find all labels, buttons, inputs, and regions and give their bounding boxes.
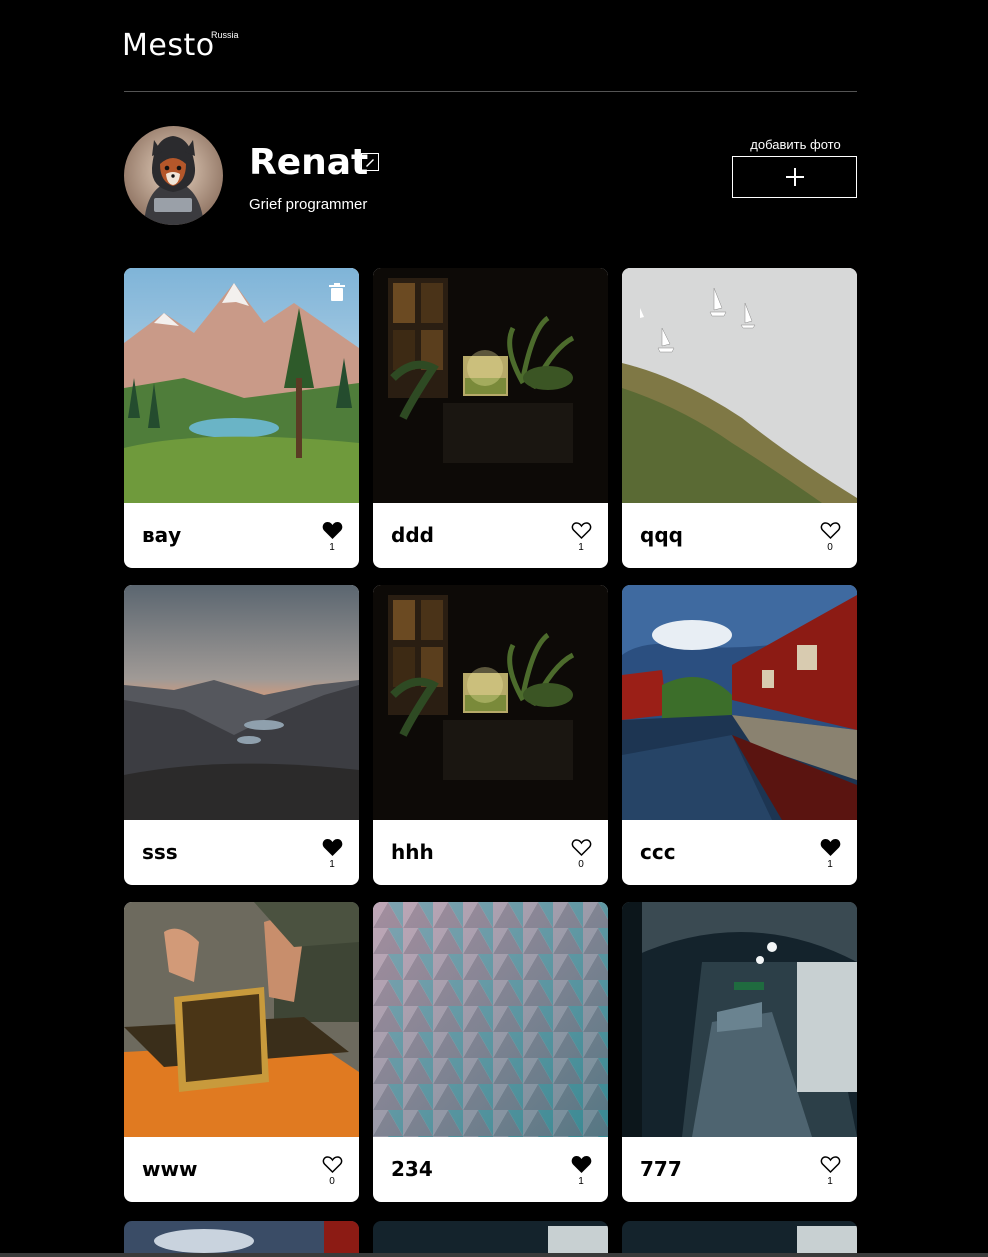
card: sss 1 bbox=[124, 585, 359, 885]
avatar[interactable] bbox=[124, 126, 223, 225]
like-button[interactable] bbox=[571, 838, 592, 860]
logo-superscript: Russia bbox=[211, 30, 239, 40]
like-block: 0 bbox=[819, 521, 841, 553]
heart-filled-icon bbox=[571, 1156, 591, 1173]
card: 777 1 bbox=[622, 902, 857, 1202]
like-count: 1 bbox=[827, 859, 833, 870]
heart-filled-icon bbox=[820, 839, 840, 856]
like-block: 1 bbox=[321, 838, 343, 870]
like-block: 1 bbox=[321, 521, 343, 553]
like-block: 1 bbox=[570, 1155, 592, 1187]
like-count: 1 bbox=[827, 1176, 833, 1187]
card: ddd 1 bbox=[373, 268, 608, 568]
card-title: hhh bbox=[391, 840, 434, 864]
like-block: 0 bbox=[321, 1155, 343, 1187]
like-count: 1 bbox=[329, 859, 335, 870]
cards-grid: вау 1 ddd 1 qqq 0 sss 1 hhh 0 ccc 1 www … bbox=[124, 268, 857, 1202]
like-count: 0 bbox=[329, 1176, 335, 1187]
card: hhh 0 bbox=[373, 585, 608, 885]
horizontal-scrollbar[interactable] bbox=[0, 1253, 988, 1257]
like-block: 1 bbox=[570, 521, 592, 553]
card-image[interactable] bbox=[373, 268, 608, 503]
like-count: 0 bbox=[578, 859, 584, 870]
like-button[interactable] bbox=[820, 521, 841, 543]
card-title: qqq bbox=[640, 523, 683, 547]
like-count: 1 bbox=[578, 1176, 584, 1187]
profile-about: Grief programmer bbox=[249, 196, 368, 213]
card-image-partial[interactable] bbox=[373, 1221, 608, 1257]
card-image[interactable] bbox=[622, 902, 857, 1137]
card-image-partial[interactable] bbox=[622, 1221, 857, 1257]
like-block: 1 bbox=[819, 838, 841, 870]
plus-icon bbox=[785, 168, 804, 186]
card-title: ddd bbox=[391, 523, 434, 547]
like-count: 0 bbox=[827, 542, 833, 553]
edit-profile-button[interactable] bbox=[361, 153, 379, 171]
like-button[interactable] bbox=[322, 1155, 343, 1177]
add-photo-label: добавить фото bbox=[750, 137, 841, 152]
card-image-partial[interactable] bbox=[124, 1221, 359, 1257]
pencil-icon bbox=[366, 159, 374, 167]
card: ccc 1 bbox=[622, 585, 857, 885]
heart-outline-icon bbox=[820, 522, 840, 540]
like-count: 1 bbox=[329, 542, 335, 553]
like-block: 0 bbox=[570, 838, 592, 870]
card-image[interactable] bbox=[124, 902, 359, 1137]
like-button[interactable] bbox=[820, 838, 841, 860]
card: www 0 bbox=[124, 902, 359, 1202]
heart-filled-icon bbox=[322, 522, 342, 539]
like-block: 1 bbox=[819, 1155, 841, 1187]
profile-name: Renat bbox=[249, 142, 369, 183]
heart-filled-icon bbox=[322, 839, 342, 856]
logo: Mesto bbox=[122, 28, 215, 63]
card: 234 1 bbox=[373, 902, 608, 1202]
card-title: www bbox=[142, 1157, 198, 1181]
card: qqq 0 bbox=[622, 268, 857, 568]
like-count: 1 bbox=[578, 542, 584, 553]
card-image[interactable] bbox=[373, 585, 608, 820]
like-button[interactable] bbox=[571, 1155, 592, 1177]
card-title: 234 bbox=[391, 1157, 433, 1181]
heart-outline-icon bbox=[571, 839, 591, 857]
card-image[interactable] bbox=[124, 268, 359, 503]
header: Mesto Russia bbox=[122, 0, 857, 92]
card-title: 777 bbox=[640, 1157, 682, 1181]
card-image[interactable] bbox=[373, 902, 608, 1137]
card-image[interactable] bbox=[124, 585, 359, 820]
card: вау 1 bbox=[124, 268, 359, 568]
card-title: sss bbox=[142, 840, 178, 864]
trash-icon[interactable] bbox=[329, 283, 345, 301]
profile: Renat Grief programmer добавить фото bbox=[124, 92, 857, 268]
card-image[interactable] bbox=[622, 268, 857, 503]
heart-outline-icon bbox=[820, 1156, 840, 1174]
add-photo-button[interactable] bbox=[732, 156, 857, 198]
like-button[interactable] bbox=[571, 521, 592, 543]
like-button[interactable] bbox=[322, 838, 343, 860]
heart-outline-icon bbox=[322, 1156, 342, 1174]
card-image[interactable] bbox=[622, 585, 857, 820]
card-title: ccc bbox=[640, 840, 676, 864]
like-button[interactable] bbox=[820, 1155, 841, 1177]
like-button[interactable] bbox=[322, 521, 343, 543]
heart-outline-icon bbox=[571, 522, 591, 540]
card-title: вау bbox=[142, 523, 182, 547]
